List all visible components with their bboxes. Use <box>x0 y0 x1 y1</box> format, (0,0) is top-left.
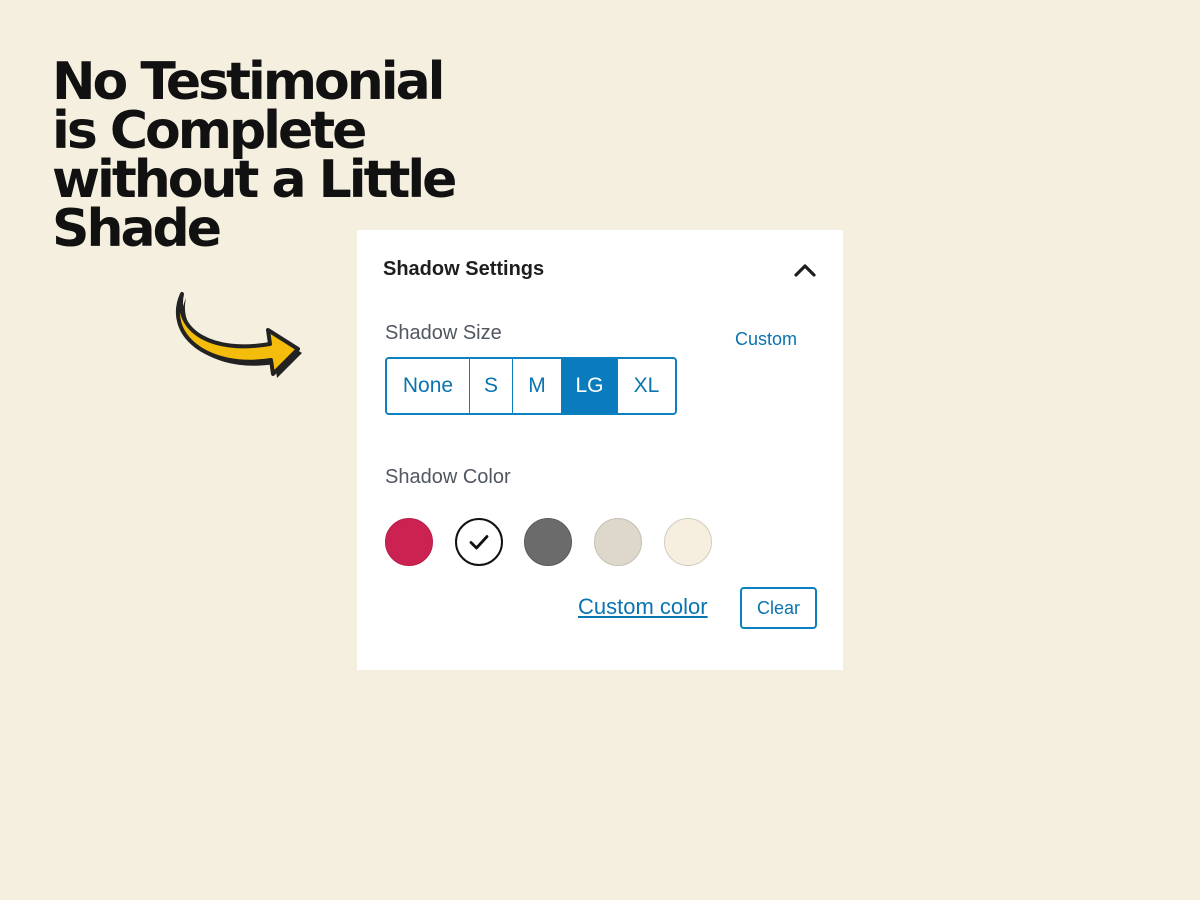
headline-line: No Testimonial <box>52 52 445 112</box>
size-option-s[interactable]: S <box>470 359 513 413</box>
shadow-color-label: Shadow Color <box>385 466 511 488</box>
clear-button[interactable]: Clear <box>740 587 817 629</box>
size-option-xl[interactable]: XL <box>618 359 675 413</box>
shadow-size-label: Shadow Size <box>385 322 502 344</box>
size-option-none[interactable]: None <box>387 359 470 413</box>
size-option-m[interactable]: M <box>513 359 562 413</box>
headline-line: without a Little <box>52 150 457 210</box>
color-swatch-gray[interactable] <box>524 518 572 566</box>
color-swatch-light-taupe[interactable] <box>594 518 642 566</box>
checkmark-icon <box>469 535 489 550</box>
size-option-lg[interactable]: LG <box>562 359 618 413</box>
curved-arrow-icon <box>175 292 302 378</box>
chevron-up-icon <box>794 264 816 277</box>
color-swatch-crimson[interactable] <box>385 518 433 566</box>
panel-title: Shadow Settings <box>383 258 545 280</box>
shadow-size-button-group: None S M LG XL <box>385 357 677 415</box>
collapse-toggle[interactable] <box>789 254 821 286</box>
shadow-settings-panel: Shadow Settings Shadow Size Custom None … <box>357 230 843 670</box>
custom-color-link[interactable]: Custom color <box>578 594 708 620</box>
custom-size-link[interactable]: Custom <box>735 329 797 350</box>
color-swatch-cream[interactable] <box>664 518 712 566</box>
headline: No Testimonial is Complete without a Lit… <box>52 52 457 255</box>
color-swatch-black-selected[interactable] <box>455 518 503 566</box>
headline-line: is Complete <box>52 101 367 161</box>
